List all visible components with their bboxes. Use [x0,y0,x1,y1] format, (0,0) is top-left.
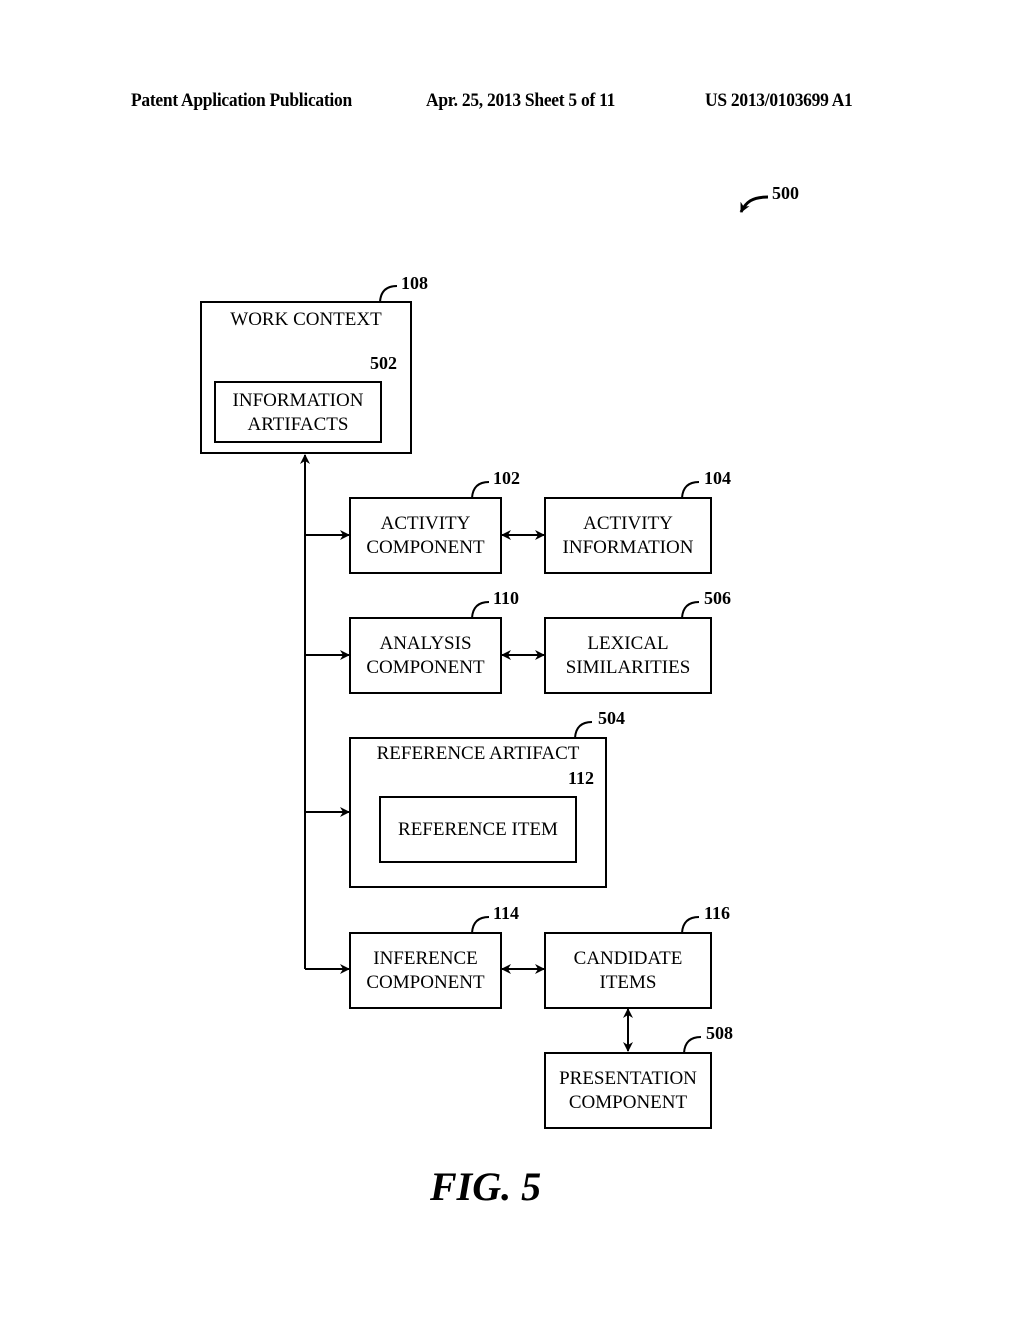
analysis-component-ref: 110 [493,588,520,608]
information-artifacts-line1: INFORMATION [232,390,364,411]
analysis-component-line1: ANALYSIS [379,633,472,654]
candidate-items-line2: ITEMS [599,972,657,993]
inference-component-line1: INFERENCE [373,948,478,969]
reference-item-box: REFERENCE ITEM [379,796,577,863]
activity-component-line1: ACTIVITY [380,513,471,534]
information-artifacts-line2: ARTIFACTS [247,414,349,435]
presentation-component-box: PRESENTATION COMPONENT [544,1052,712,1129]
lexical-similarities-line1: LEXICAL [587,633,669,654]
presentation-component-line2: COMPONENT [568,1092,688,1113]
analysis-component-box: ANALYSIS COMPONENT [349,617,502,694]
figure-ref-arrow [739,195,769,213]
reference-artifact-ref: 504 [598,708,625,728]
reference-item-ref: 112 [568,768,595,788]
work-context-label: WORK CONTEXT [230,309,382,330]
activity-component-line2: COMPONENT [366,537,485,558]
presentation-component-line1: PRESENTATION [559,1068,697,1089]
information-artifacts-ref: 502 [370,353,397,373]
figure-caption: FIG. 5 [430,1164,542,1209]
candidate-items-box: CANDIDATE ITEMS [544,932,712,1009]
candidate-items-line1: CANDIDATE [573,948,683,969]
lexical-similarities-box: LEXICAL SIMILARITIES [544,617,712,694]
inference-component-box: INFERENCE COMPONENT [349,932,502,1009]
candidate-items-ref: 116 [704,903,731,923]
presentation-component-ref: 508 [706,1023,733,1043]
work-context-ref: 108 [401,273,428,293]
reference-artifact-label: REFERENCE ARTIFACT [376,743,580,764]
inference-component-ref: 114 [493,903,520,923]
connector-lines [300,195,769,1054]
lexical-similarities-ref: 506 [704,588,731,608]
activity-information-ref: 104 [704,468,731,488]
activity-component-ref: 102 [493,468,520,488]
activity-component-box: ACTIVITY COMPONENT [349,497,502,574]
activity-information-line2: INFORMATION [562,537,694,558]
activity-information-line1: ACTIVITY [583,513,673,534]
lexical-similarities-line2: SIMILARITIES [565,657,691,678]
information-artifacts-box: INFORMATION ARTIFACTS [214,381,382,443]
inference-component-line2: COMPONENT [366,972,485,993]
figure-ref-number: 500 [772,183,799,203]
reference-item-label: REFERENCE ITEM [398,819,558,840]
activity-information-box: ACTIVITY INFORMATION [544,497,712,574]
analysis-component-line2: COMPONENT [366,657,485,678]
